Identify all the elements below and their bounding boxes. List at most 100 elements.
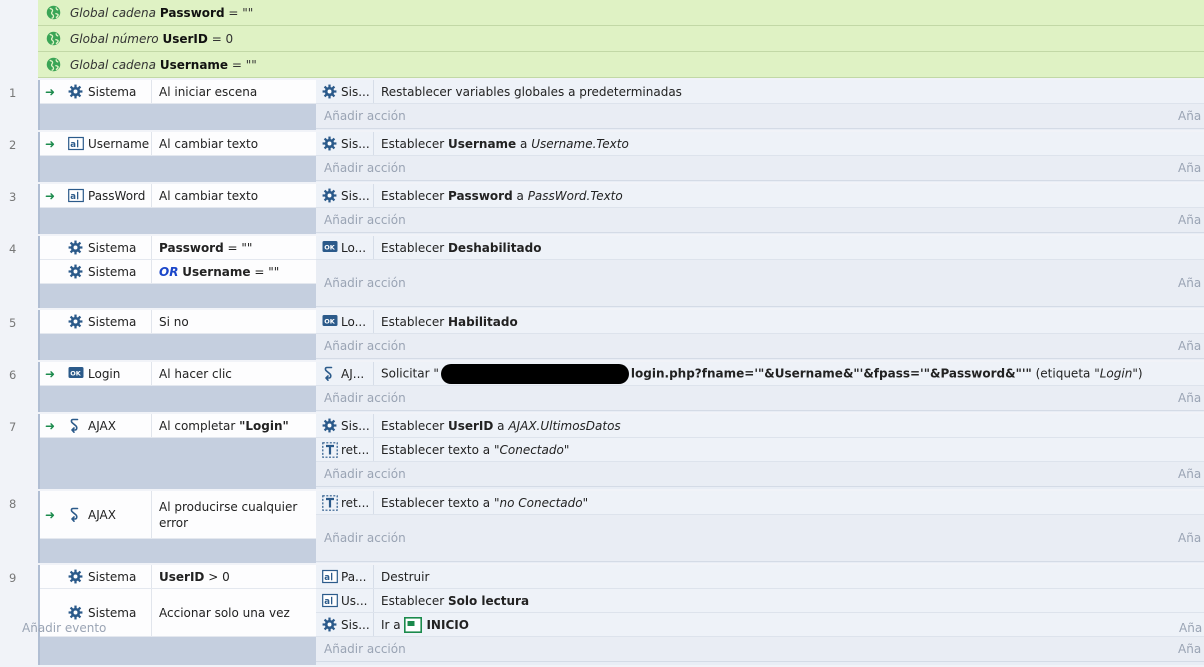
action-text[interactable]: Destruir: [374, 570, 429, 584]
condition-row[interactable]: ➜ AJAX Al completar "Login": [40, 414, 316, 438]
actions-panel[interactable]: Sis... Establecer Username a Username.Tex…: [316, 132, 1204, 182]
event-block-9[interactable]: 9 Sistema UserID > 0 Sistema Accionar solo u…: [0, 565, 1204, 665]
condition-text[interactable]: Password = "": [152, 241, 316, 255]
action-text[interactable]: Establecer Habilitado: [374, 315, 518, 329]
actions-panel[interactable]: OK Lo... Establecer Habilitado Añadir acció…: [316, 310, 1204, 360]
event-block-1[interactable]: 1 ➜ Sistema Al iniciar escena Sis... Restable…: [0, 80, 1204, 130]
add-action-link[interactable]: Añadir acción Aña: [316, 156, 1204, 181]
conditions-panel[interactable]: ➜ a Username Al cambiar texto: [38, 132, 316, 182]
actions-panel[interactable]: OK Lo... Establecer Deshabilitado Añadir ac…: [316, 236, 1204, 308]
event-block-5[interactable]: 5 Sistema Si no OK Lo... Establecer Habilitad…: [0, 310, 1204, 360]
action-text[interactable]: Establecer Password a PassWord.Texto: [374, 189, 623, 203]
condition-object[interactable]: a Username: [60, 132, 152, 155]
add-action-link[interactable]: Añadir acción Aña: [316, 208, 1204, 233]
action-text[interactable]: Ir a INICIO: [374, 617, 469, 633]
condition-object[interactable]: Sistema: [60, 310, 152, 333]
condition-text[interactable]: Al iniciar escena: [152, 85, 316, 99]
add-action-link[interactable]: Añadir acción Aña: [316, 386, 1204, 411]
add-action-link[interactable]: Añadir acción Aña: [316, 334, 1204, 359]
action-object[interactable]: AJ...: [316, 362, 374, 385]
action-row[interactable]: Sis... Establecer Username a Username.Tex…: [316, 132, 1204, 156]
action-row[interactable]: ret... Establecer texto a "no Conectado": [316, 491, 1204, 515]
condition-row[interactable]: ➜ Sistema Al iniciar escena: [40, 80, 316, 104]
action-row[interactable]: a Pa... Destruir: [316, 565, 1204, 589]
conditions-panel[interactable]: ➜ a PassWord Al cambiar texto: [38, 184, 316, 234]
actions-panel[interactable]: a Pa... Destruir a Us... Establecer Solo lect…: [316, 565, 1204, 665]
event-block-4[interactable]: 4 Sistema Password = "" Sistema OR Username …: [0, 236, 1204, 308]
action-text[interactable]: Establecer texto a "Conectado": [374, 443, 569, 457]
action-text[interactable]: Establecer UserID a AJAX.UltimosDatos: [374, 419, 621, 433]
event-block-2[interactable]: 2 ➜ a Username Al cambiar texto Sis... Estable…: [0, 132, 1204, 182]
conditions-panel[interactable]: ➜ AJAX Al producirse cualquier error: [38, 491, 316, 563]
condition-text[interactable]: Si no: [152, 315, 316, 329]
condition-text[interactable]: UserID > 0: [152, 570, 316, 584]
actions-panel[interactable]: Sis... Establecer UserID a AJAX.UltimosDa…: [316, 414, 1204, 489]
condition-row[interactable]: Sistema UserID > 0: [40, 565, 316, 589]
global-var-password[interactable]: Global cadena Password = "": [38, 0, 1204, 26]
condition-text[interactable]: Al completar "Login": [152, 419, 316, 433]
condition-text[interactable]: OR Username = "": [152, 265, 316, 279]
event-block-6[interactable]: 6 ➜ OK Login Al hacer clic AJ... Solicitar " lo…: [0, 362, 1204, 412]
add-action-link[interactable]: Añadir acción Aña: [316, 104, 1204, 129]
action-row[interactable]: Sis... Ir a INICIO: [316, 613, 1204, 637]
add-action-link[interactable]: Añadir acción Aña: [316, 462, 1204, 487]
condition-object[interactable]: Sistema: [60, 565, 152, 588]
condition-object[interactable]: AJAX: [60, 491, 152, 538]
condition-row[interactable]: ➜ a Username Al cambiar texto: [40, 132, 316, 156]
condition-row[interactable]: ➜ AJAX Al producirse cualquier error: [40, 491, 316, 539]
conditions-panel[interactable]: ➜ AJAX Al completar "Login": [38, 414, 316, 489]
action-row[interactable]: AJ... Solicitar " login.php?fname='"&Usern…: [316, 362, 1204, 386]
action-object[interactable]: Sis...: [316, 80, 374, 103]
condition-text[interactable]: Al producirse cualquier error: [152, 499, 316, 531]
action-object[interactable]: OK Lo...: [316, 236, 374, 259]
condition-text[interactable]: Accionar solo una vez: [152, 605, 316, 621]
action-object[interactable]: Sis...: [316, 414, 374, 437]
action-row[interactable]: a Us... Establecer Solo lectura: [316, 589, 1204, 613]
action-row[interactable]: Sis... Establecer UserID a AJAX.UltimosDa…: [316, 414, 1204, 438]
action-row[interactable]: OK Lo... Establecer Habilitado: [316, 310, 1204, 334]
event-block-3[interactable]: 3 ➜ a PassWord Al cambiar texto Sis... Estable…: [0, 184, 1204, 234]
event-block-7[interactable]: 7 ➜ AJAX Al completar "Login" Sis... Establec…: [0, 414, 1204, 489]
condition-text[interactable]: Al cambiar texto: [152, 137, 316, 151]
actions-panel[interactable]: Sis... Restablecer variables globales a p…: [316, 80, 1204, 130]
add-event-link-right[interactable]: Aña: [1179, 621, 1202, 635]
global-var-userid[interactable]: Global número UserID = 0: [38, 26, 1204, 52]
action-row[interactable]: OK Lo... Establecer Deshabilitado: [316, 236, 1204, 260]
condition-object[interactable]: Sistema: [60, 80, 152, 103]
condition-text[interactable]: Al hacer clic: [152, 367, 316, 381]
condition-row[interactable]: ➜ a PassWord Al cambiar texto: [40, 184, 316, 208]
add-event-link[interactable]: Añadir evento: [22, 621, 106, 635]
action-object[interactable]: a Pa...: [316, 565, 374, 588]
action-object[interactable]: a Us...: [316, 589, 374, 612]
action-row[interactable]: Sis... Establecer Password a PassWord.Tex…: [316, 184, 1204, 208]
condition-row[interactable]: Sistema OR Username = "": [40, 260, 316, 284]
action-row[interactable]: Sis... Restablecer variables globales a p…: [316, 80, 1204, 104]
condition-object[interactable]: OK Login: [60, 362, 152, 385]
action-text[interactable]: Establecer texto a "no Conectado": [374, 496, 588, 510]
action-row[interactable]: ret... Establecer texto a "Conectado": [316, 438, 1204, 462]
action-object[interactable]: Sis...: [316, 132, 374, 155]
action-object[interactable]: ret...: [316, 438, 374, 461]
condition-text[interactable]: Al cambiar texto: [152, 189, 316, 203]
event-block-8[interactable]: 8 ➜ AJAX Al producirse cualquier error ret..…: [0, 491, 1204, 563]
conditions-panel[interactable]: Sistema Si no: [38, 310, 316, 360]
condition-object[interactable]: Sistema: [60, 236, 152, 259]
action-text[interactable]: Establecer Deshabilitado: [374, 241, 541, 255]
actions-panel[interactable]: ret... Establecer texto a "no Conectado" A…: [316, 491, 1204, 563]
actions-panel[interactable]: Sis... Establecer Password a PassWord.Tex…: [316, 184, 1204, 234]
condition-object[interactable]: a PassWord: [60, 184, 152, 207]
condition-row[interactable]: ➜ OK Login Al hacer clic: [40, 362, 316, 386]
action-text[interactable]: Establecer Username a Username.Texto: [374, 137, 629, 151]
global-var-username[interactable]: Global cadena Username = "": [38, 52, 1204, 78]
conditions-panel[interactable]: Sistema UserID > 0 Sistema Accionar solo un…: [38, 565, 316, 665]
action-object[interactable]: ret...: [316, 491, 374, 514]
conditions-panel[interactable]: Sistema Password = "" Sistema OR Username =…: [38, 236, 316, 308]
action-object[interactable]: OK Lo...: [316, 310, 374, 333]
condition-row[interactable]: Sistema Si no: [40, 310, 316, 334]
conditions-panel[interactable]: ➜ Sistema Al iniciar escena: [38, 80, 316, 130]
condition-row[interactable]: Sistema Password = "": [40, 236, 316, 260]
add-action-link[interactable]: Añadir acción Aña: [316, 515, 1204, 562]
condition-object[interactable]: AJAX: [60, 414, 152, 437]
actions-panel[interactable]: AJ... Solicitar " login.php?fname='"&Usern…: [316, 362, 1204, 412]
action-text[interactable]: Restablecer variables globales a predete…: [374, 85, 682, 99]
